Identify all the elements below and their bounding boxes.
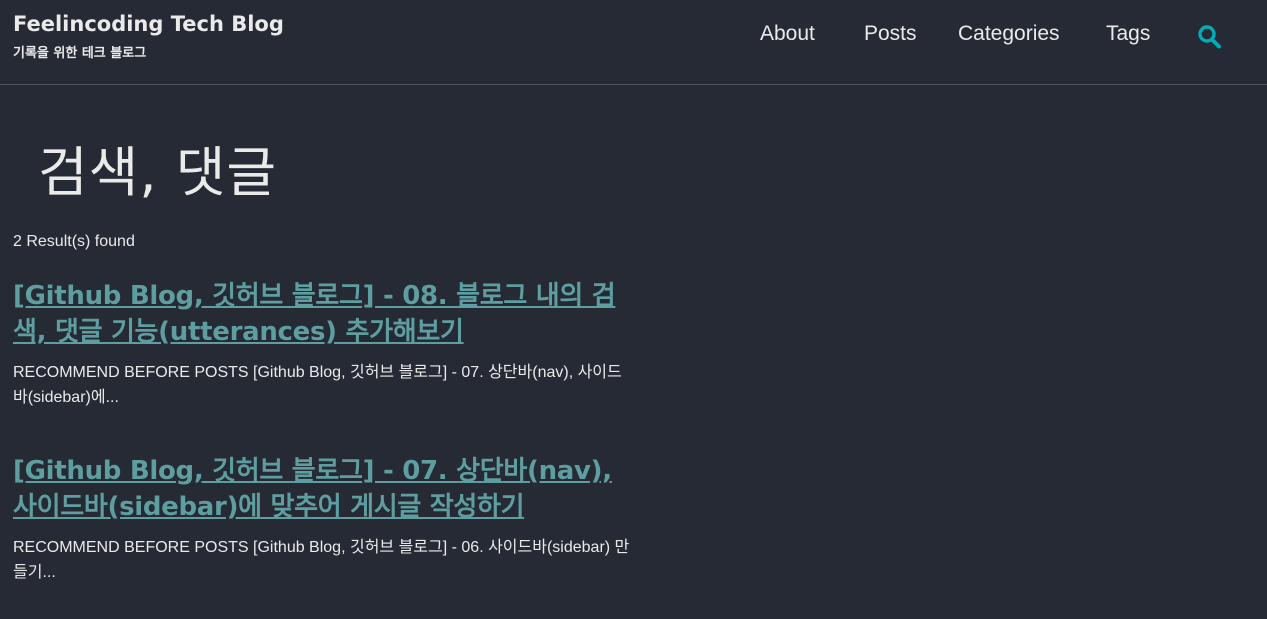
- page-title: 검색, 댓글: [38, 141, 278, 204]
- search-result-excerpt: RECOMMEND BEFORE POSTS [Github Blog, 깃허브…: [13, 364, 622, 406]
- results-count: 2 Result(s) found: [13, 233, 135, 250]
- search-result-excerpt: RECOMMEND BEFORE POSTS [Github Blog, 깃허브…: [13, 539, 630, 581]
- search-result-item: [Github Blog, 깃허브 블로그] - 08. 블로그 내의 검색, …: [13, 278, 638, 410]
- search-result-title-link[interactable]: [Github Blog, 깃허브 블로그] - 07. 상단바(nav), 사…: [13, 453, 638, 525]
- search-toggle-button[interactable]: [1196, 24, 1224, 50]
- nav-item-tags[interactable]: Tags: [1106, 22, 1150, 46]
- search-result-title-link[interactable]: [Github Blog, 깃허브 블로그] - 08. 블로그 내의 검색, …: [13, 278, 638, 350]
- search-icon: [1198, 25, 1221, 49]
- site-subtitle: 기록을 위한 테크 블로그: [13, 46, 147, 61]
- nav-item-about[interactable]: About: [760, 22, 815, 46]
- nav-item-posts[interactable]: Posts: [864, 22, 917, 46]
- masthead: Feelincoding Tech Blog 기록을 위한 테크 블로그 Abo…: [0, 0, 1267, 85]
- search-result-item: [Github Blog, 깃허브 블로그] - 07. 상단바(nav), 사…: [13, 453, 638, 585]
- nav-item-categories[interactable]: Categories: [958, 22, 1060, 46]
- site-title-link[interactable]: Feelincoding Tech Blog: [13, 12, 284, 36]
